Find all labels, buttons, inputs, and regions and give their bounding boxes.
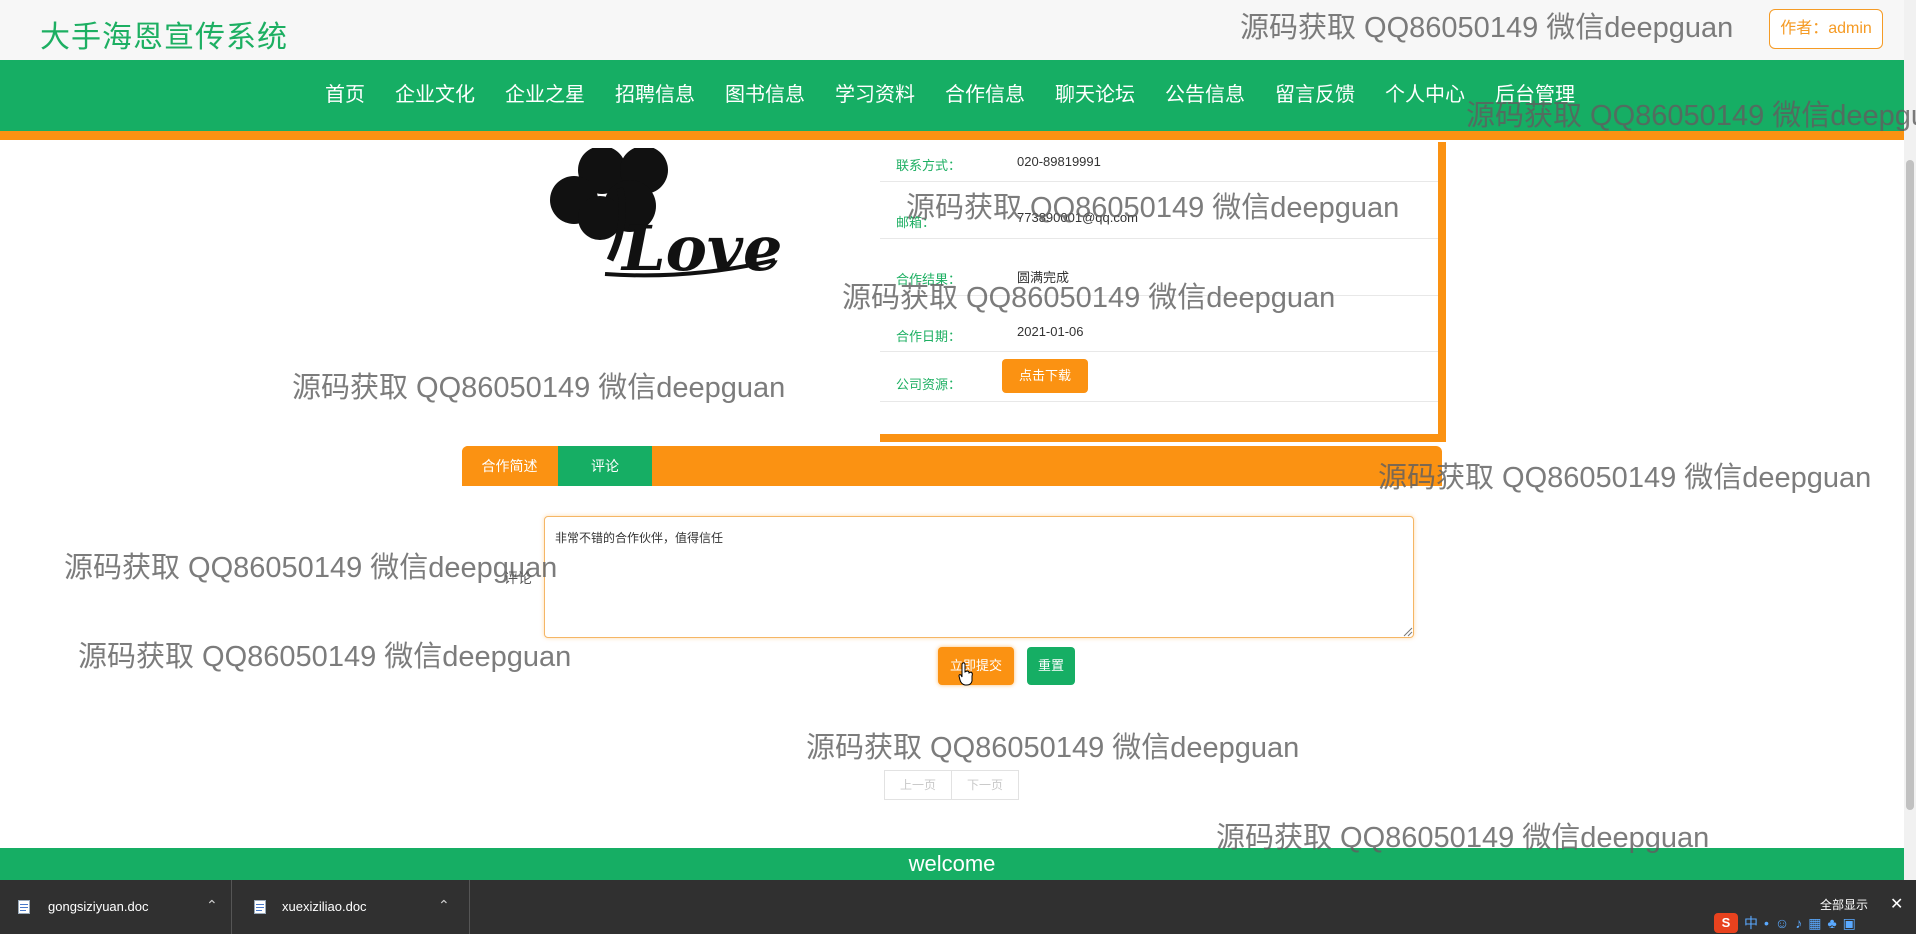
download-button[interactable]: 点击下载 [1002,359,1088,393]
cooperation-image: Love [550,148,782,285]
info-row-result: 合作结果： 圆满完成 [880,239,1438,296]
nav-item-recruit[interactable]: 招聘信息 [600,60,710,131]
download-item[interactable]: xuexiziliao.doc ⌃ [232,880,470,934]
watermark: 源码获取 QQ86050149 微信deepguan [806,732,1300,764]
document-icon [254,900,266,914]
nav-item-cooperation[interactable]: 合作信息 [930,60,1040,131]
nav-item-books[interactable]: 图书信息 [710,60,820,131]
result-label: 合作结果： [896,272,962,287]
download-filename: gongsiziyuan.doc [48,899,149,914]
nav-item-culture[interactable]: 企业文化 [380,60,490,131]
email-label: 邮箱： [896,215,936,230]
nav-item-profile[interactable]: 个人中心 [1370,60,1480,131]
skin-icon[interactable]: ♣ [1827,913,1836,933]
watermark: 源码获取 QQ86050149 微信deepguan [64,552,558,584]
download-filename: xuexiziliao.doc [282,899,367,914]
show-all-button[interactable]: 全部显示 [1820,896,1868,913]
comment-input[interactable]: 非常不错的合作伙伴，值得信任 [544,516,1414,638]
chevron-up-icon[interactable]: ⌃ [438,897,450,914]
watermark: 源码获取 QQ86050149 微信deepguan [1378,462,1872,494]
nav-item-notice[interactable]: 公告信息 [1150,60,1260,131]
site-title[interactable]: 大手海恩宣传系统 [40,12,288,56]
pagination: 上一页 下一页 [884,770,1020,800]
nav-item-forum[interactable]: 聊天论坛 [1040,60,1150,131]
resource-label: 公司资源： [896,377,962,392]
info-row-resource: 公司资源： 点击下载 [880,352,1438,402]
close-icon[interactable]: ✕ [1890,894,1903,914]
emoji-icon[interactable]: ☺ [1775,913,1789,933]
result-value: 圆满完成 [1017,270,1070,285]
main-nav: 首页 企业文化 企业之星 招聘信息 图书信息 学习资料 合作信息 聊天论坛 公告… [0,60,1904,140]
chevron-up-icon[interactable]: ⌃ [206,897,218,914]
nav-item-star[interactable]: 企业之星 [490,60,600,131]
info-row-date: 合作日期： 2021-01-06 [880,296,1438,352]
download-bar: gongsiziyuan.doc ⌃ xuexiziliao.doc ⌃ 全部显… [0,880,1916,934]
info-row-email: 邮箱： 773890001@qq.com [880,182,1438,239]
date-label: 合作日期： [896,329,962,344]
system-tray: S 中 • ☺ ♪ ▦ ♣ ▣ [1714,913,1856,933]
date-value: 2021-01-06 [1017,324,1084,339]
microphone-icon[interactable]: ♪ [1795,913,1802,933]
reset-button[interactable]: 重置 [1027,647,1075,685]
footer: welcome [0,848,1904,880]
nav-item-feedback[interactable]: 留言反馈 [1260,60,1370,131]
top-bar: 大手海恩宣传系统 作者：admin [0,0,1904,60]
email-value: 773890001@qq.com [1017,210,1138,225]
hand-cursor-icon [958,662,973,686]
ime-language[interactable]: 中 [1744,913,1758,933]
resize-grip-icon[interactable] [1403,627,1413,637]
download-item[interactable]: gongsiziyuan.doc ⌃ [0,880,232,934]
comment-label: 评论 [504,570,532,586]
submit-button[interactable]: 立即提交 [938,647,1014,685]
cooperation-info-panel: 联系方式： 020-89819991 邮箱： 773890001@qq.com … [880,142,1446,442]
ime-logo-icon[interactable]: S [1714,913,1738,933]
nav-item-admin[interactable]: 后台管理 [1480,60,1590,131]
scrollbar-thumb[interactable] [1906,160,1914,810]
info-row-contact: 联系方式： 020-89819991 [880,142,1438,182]
tab-comment[interactable]: 评论 [558,446,652,486]
document-icon [18,900,30,914]
nav-item-home[interactable]: 首页 [310,60,380,131]
contact-value: 020-89819991 [1017,154,1101,169]
watermark: 源码获取 QQ86050149 微信deepguan [78,641,572,673]
tab-description[interactable]: 合作简述 [462,446,557,486]
prev-page-button[interactable]: 上一页 [884,770,953,800]
toolbox-icon[interactable]: ▣ [1843,913,1856,933]
page-scrollbar[interactable] [1904,0,1916,880]
tab-bar: 合作简述 评论 [462,446,1442,486]
author-button[interactable]: 作者：admin [1769,9,1883,49]
watermark: 源码获取 QQ86050149 微信deepguan [292,372,786,404]
keyboard-icon[interactable]: ▦ [1808,913,1821,933]
nav-item-study[interactable]: 学习资料 [820,60,930,131]
next-page-button[interactable]: 下一页 [952,770,1020,800]
contact-label: 联系方式： [896,158,962,173]
punctuation-icon[interactable]: • [1764,913,1769,933]
